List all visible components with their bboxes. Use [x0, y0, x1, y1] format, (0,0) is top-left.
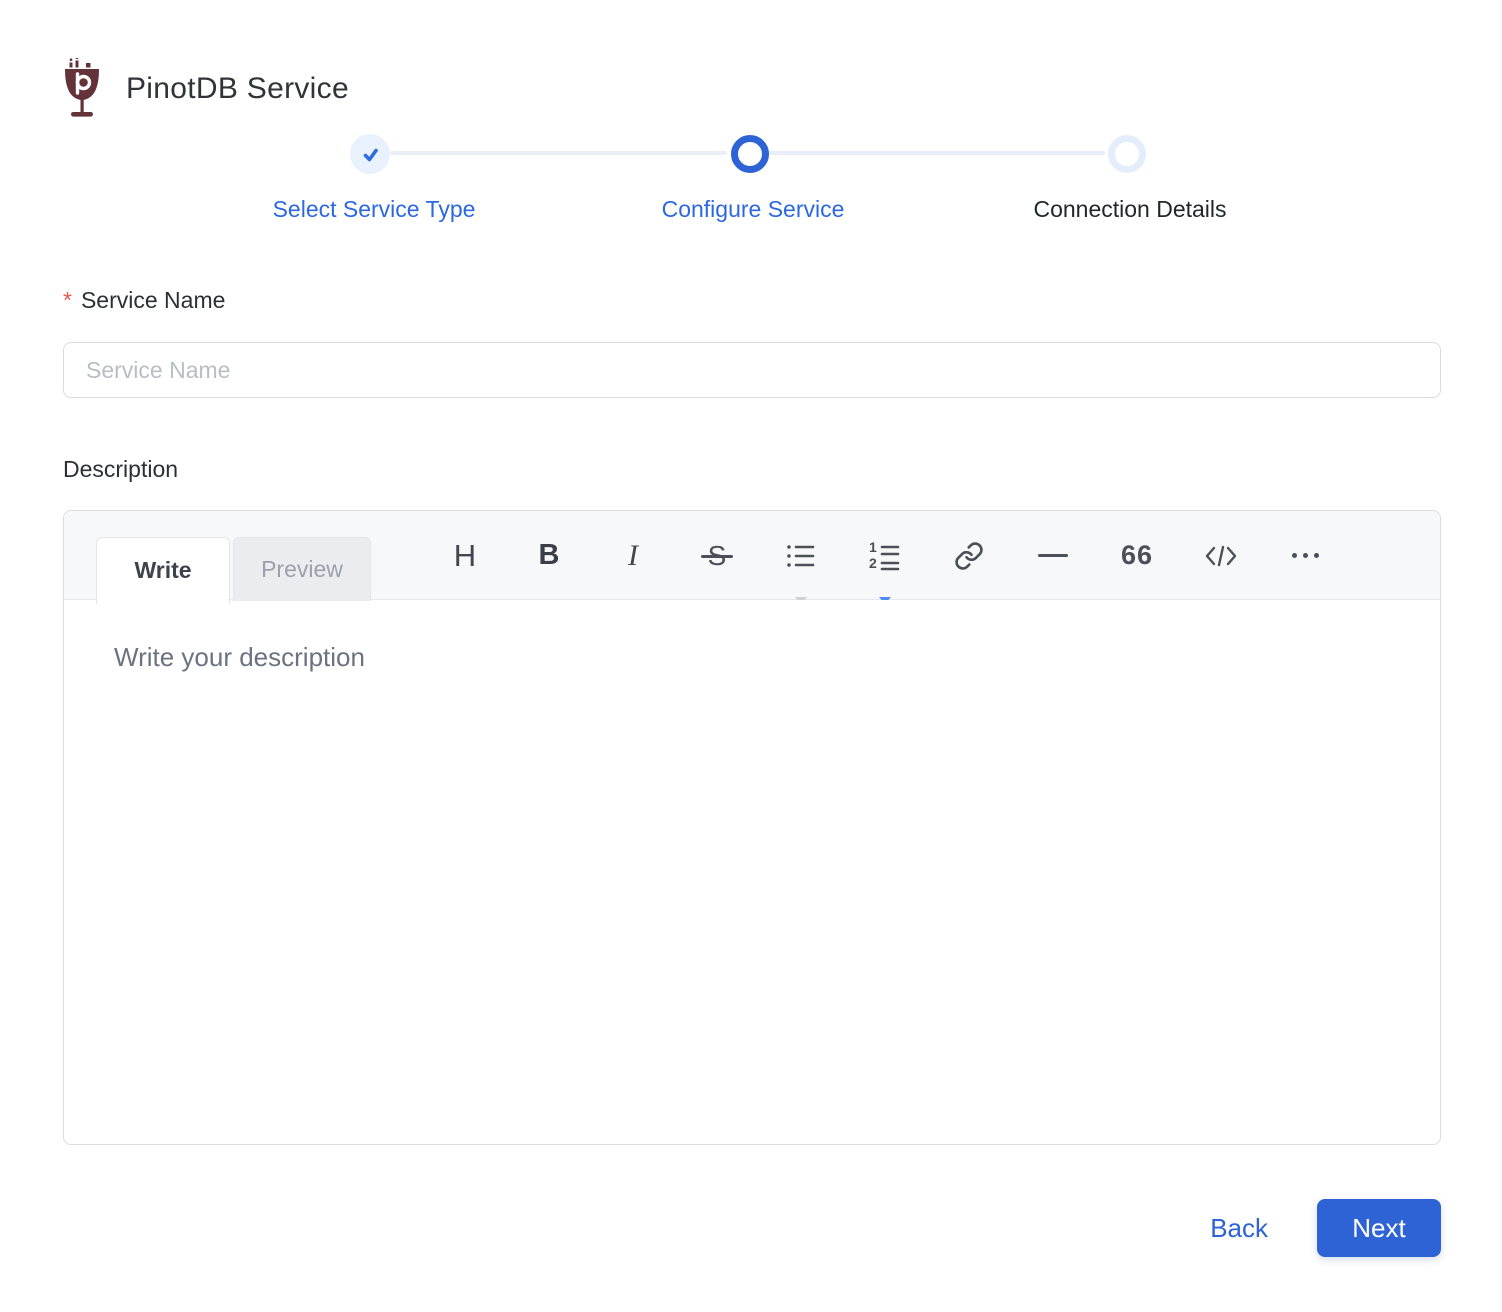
step-label-select-service-type[interactable]: Select Service Type — [273, 196, 476, 223]
svg-text:1: 1 — [869, 541, 877, 555]
step-circle-connection-details[interactable] — [1108, 135, 1146, 173]
stepper-connector-1 — [390, 151, 727, 155]
editor-write-area — [64, 600, 1440, 1144]
tab-preview[interactable]: Preview — [233, 537, 371, 601]
stepper: Select Service Type Configure Service Co… — [63, 134, 1441, 246]
next-button[interactable]: Next — [1317, 1199, 1441, 1257]
service-name-input[interactable] — [63, 342, 1441, 398]
horizontal-rule-icon[interactable] — [1033, 511, 1073, 600]
bold-icon[interactable]: B — [529, 511, 569, 600]
step-label-configure-service[interactable]: Configure Service — [662, 196, 845, 223]
service-name-label: * Service Name — [63, 287, 1441, 314]
back-button[interactable]: Back — [1210, 1213, 1268, 1244]
editor-tools: H B I S — [445, 511, 1325, 600]
svg-text:2: 2 — [869, 555, 877, 571]
description-editor: Write Preview H B I S — [63, 510, 1441, 1145]
heading-icon[interactable]: H — [445, 511, 485, 600]
link-icon[interactable] — [949, 511, 989, 600]
check-icon — [360, 144, 381, 165]
tab-write[interactable]: Write — [96, 537, 230, 604]
description-label: Description — [63, 456, 1441, 483]
service-name-label-text: Service Name — [81, 287, 225, 314]
page-title: PinotDB Service — [126, 72, 349, 106]
code-icon[interactable] — [1201, 511, 1241, 600]
required-marker: * — [63, 287, 72, 314]
step-circle-configure-service[interactable] — [731, 135, 769, 173]
italic-icon[interactable]: I — [613, 511, 653, 600]
description-label-text: Description — [63, 456, 178, 483]
step-label-connection-details[interactable]: Connection Details — [1033, 196, 1226, 223]
stepper-connector-2 — [765, 151, 1105, 155]
page-header: PinotDB Service — [58, 0, 1441, 120]
quote-icon[interactable]: 66 — [1117, 511, 1157, 600]
pinot-wine-glass-logo — [58, 58, 106, 120]
description-textarea[interactable] — [64, 600, 1440, 1144]
more-icon[interactable] — [1285, 511, 1325, 600]
step-circle-select-service-type[interactable] — [350, 134, 390, 174]
bullet-list-icon[interactable] — [781, 511, 821, 600]
numbered-list-icon[interactable]: 1 2 — [865, 511, 905, 600]
wizard-footer: Back Next — [63, 1199, 1441, 1257]
strikethrough-icon[interactable]: S — [697, 511, 737, 600]
pinotdb-service-wizard: PinotDB Service Select Service Type Conf… — [0, 0, 1502, 1257]
editor-toolbar: Write Preview H B I S — [64, 511, 1440, 600]
